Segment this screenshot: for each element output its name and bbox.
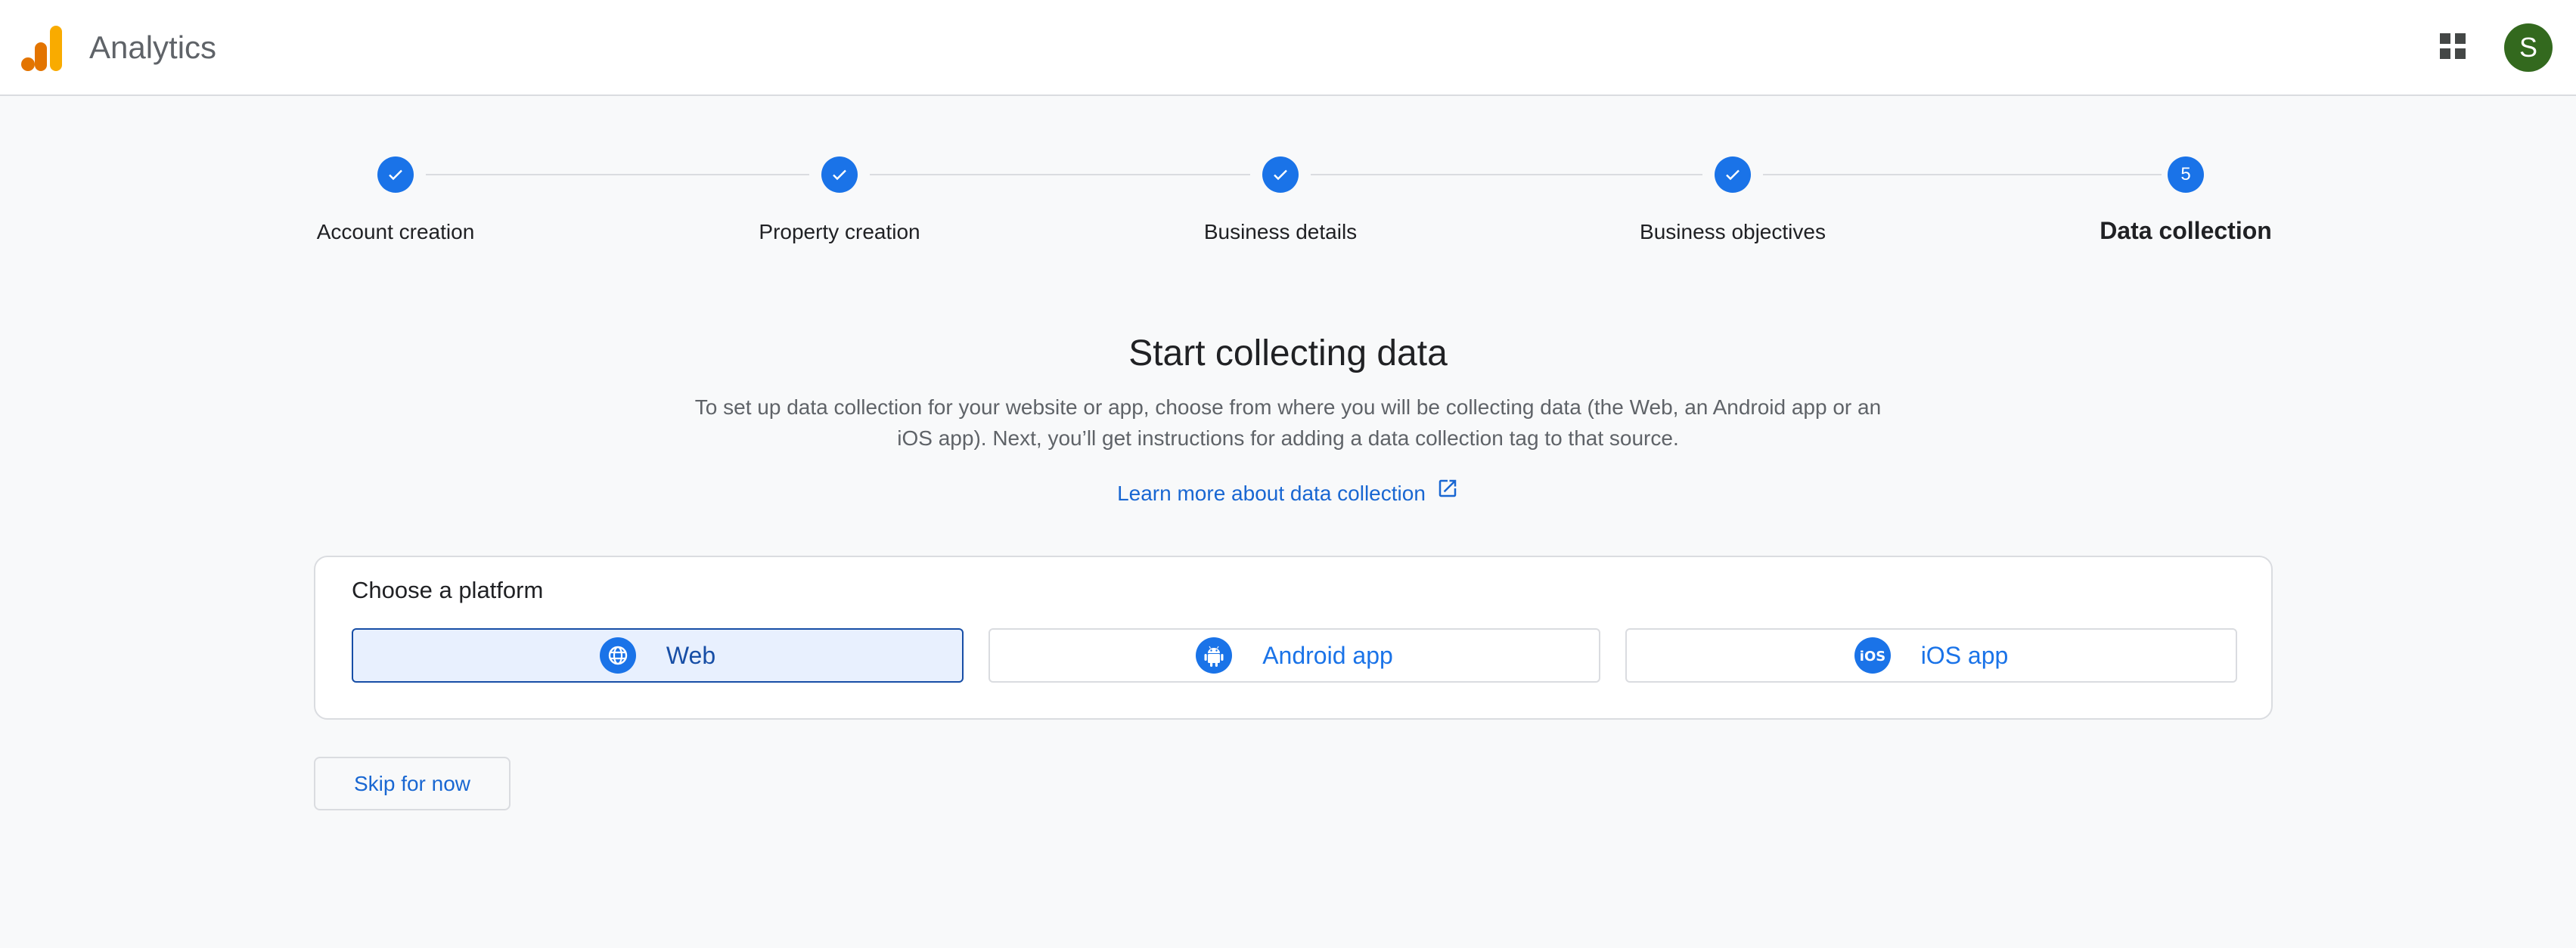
learn-more-link-text[interactable]: Learn more about data collection: [1117, 482, 1426, 505]
check-icon: [389, 169, 402, 181]
setup-stepper: Account creation Property creation Busin…: [0, 0, 2576, 272]
step-2-label: Property creation: [759, 220, 920, 243]
platform-ios-button[interactable]: iOS iOS app: [1625, 628, 2237, 683]
step-connector: [870, 174, 1250, 175]
step-connector: [426, 174, 809, 175]
page-title: Start collecting data: [1128, 333, 1448, 373]
step-connector: [1763, 174, 2162, 175]
platform-ios-label: iOS app: [1920, 642, 2009, 669]
check-icon: [833, 169, 846, 181]
platform-web-label: Web: [666, 642, 716, 669]
check-icon: [1726, 169, 1740, 181]
step-connector: [1311, 174, 1702, 175]
step-5-indicator: 5: [2168, 156, 2204, 193]
android-icon: [1196, 637, 1233, 674]
choose-platform-card: Choose a platform Web Android app iOS iO…: [314, 556, 2273, 720]
open-in-new-icon: [1436, 477, 1459, 508]
svg-text:iOS: iOS: [1859, 649, 1885, 665]
step-3-label: Business details: [1203, 220, 1358, 243]
step-4-indicator: [1715, 156, 1751, 193]
step-5-label: Data collection: [2100, 217, 2272, 244]
step-1-label: Account creation: [316, 220, 475, 243]
choose-platform-title: Choose a platform: [352, 577, 544, 603]
globe-icon: [599, 637, 636, 674]
step-1-indicator: [377, 156, 414, 193]
skip-for-now-button[interactable]: Skip for now: [314, 757, 511, 810]
step-4-label: Business objectives: [1640, 220, 1826, 243]
ios-icon: iOS: [1854, 637, 1891, 674]
page-description: To set up data collection for your websi…: [694, 395, 1882, 450]
learn-more-link[interactable]: Learn more about data collection: [0, 479, 2576, 509]
check-icon: [1274, 169, 1287, 181]
step-2-indicator: [821, 156, 858, 193]
platform-android-label: Android app: [1262, 642, 1393, 669]
step-3-indicator: [1262, 156, 1299, 193]
platform-android-button[interactable]: Android app: [989, 628, 1600, 683]
platform-web-button[interactable]: Web: [352, 628, 964, 683]
